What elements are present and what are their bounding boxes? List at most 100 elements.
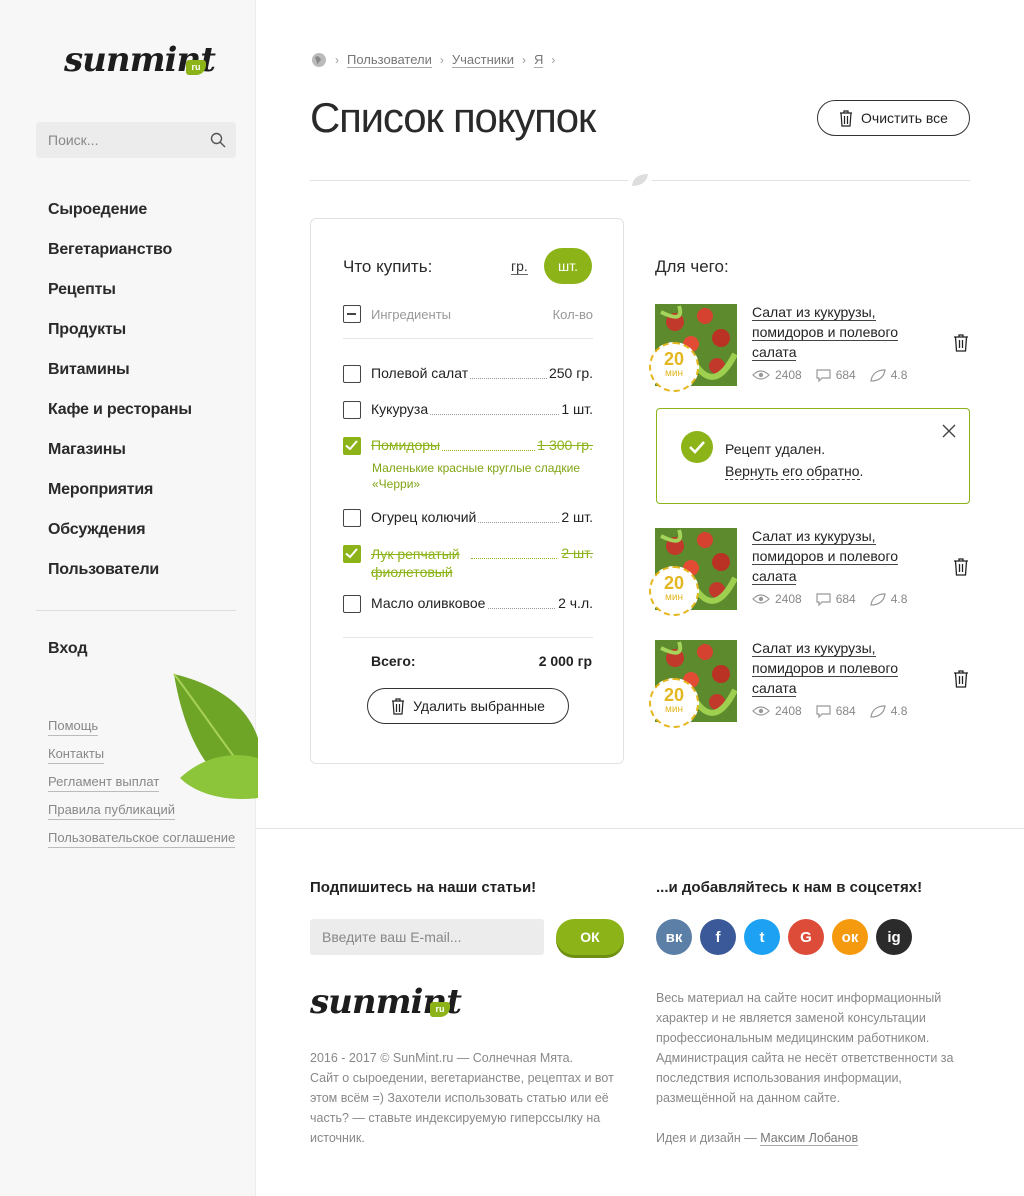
views-count: 2408: [775, 368, 802, 382]
views-count: 2408: [775, 704, 802, 718]
comment-icon: [816, 704, 831, 718]
google-icon[interactable]: G: [788, 919, 824, 955]
select-all-checkbox[interactable]: [343, 305, 361, 323]
recipe-stats: 2408 684 4.8: [752, 704, 907, 718]
item-checkbox[interactable]: [343, 365, 361, 383]
recipe-title-link[interactable]: Салат из кукурузы, помидоров и полевого …: [752, 638, 922, 698]
undo-remove-link[interactable]: Вернуть его обратно: [725, 463, 860, 480]
site-logo[interactable]: sunmint ru: [64, 38, 216, 90]
recipe-title-link[interactable]: Салат из кукурузы, помидоров и полевого …: [752, 526, 922, 586]
email-field[interactable]: [310, 919, 544, 955]
eye-icon: [752, 594, 770, 604]
globe-icon[interactable]: [311, 52, 327, 68]
item-note: Маленькие красные круглые сладкие «Черри…: [372, 461, 581, 491]
recipe-stats: 2408 684 4.8: [752, 368, 907, 382]
nav-item-discussions[interactable]: Обсуждения: [48, 520, 192, 560]
vk-icon[interactable]: вк: [656, 919, 692, 955]
clear-all-button[interactable]: Очистить все: [817, 100, 970, 136]
page-title: Список покупок: [310, 94, 596, 141]
nav-divider: [36, 610, 236, 611]
breadcrumb-members[interactable]: Участники: [451, 52, 514, 68]
odnoklassniki-icon[interactable]: ок: [832, 919, 868, 955]
login-link[interactable]: Вход: [48, 640, 88, 658]
eye-icon: [752, 706, 770, 716]
delete-selected-label: Удалить выбранные: [413, 698, 545, 714]
designer-link[interactable]: Максим Лобанов: [760, 1131, 859, 1146]
search-box: [36, 122, 236, 158]
item-name: Лук репчатый фиолетовый: [371, 545, 471, 581]
eye-icon: [752, 370, 770, 380]
success-check-icon: [681, 431, 713, 463]
copyright-text: 2016 - 2017 © SunMint.ru — Солнечная Мят…: [310, 1051, 614, 1145]
remove-recipe-trash-icon[interactable]: [953, 670, 969, 688]
delete-selected-button[interactable]: Удалить выбранные: [367, 688, 569, 724]
unit-pieces-toggle[interactable]: шт.: [544, 248, 592, 284]
footer-logo[interactable]: sunmint ru: [310, 980, 462, 1030]
search-input[interactable]: [36, 122, 196, 158]
comments-count: 684: [835, 704, 856, 718]
cook-time-badge: 20 мин: [649, 678, 699, 728]
search-icon[interactable]: [210, 132, 226, 148]
recipe-card: 20 мин Салат из кукурузы, помидоров и пол…: [649, 526, 971, 616]
cook-time-badge: 20 мин: [649, 566, 699, 616]
recipes-title: Для чего:: [655, 257, 729, 276]
breadcrumb: › Пользователи › Участники › Я ›: [311, 52, 563, 68]
item-qty: 2 шт.: [559, 509, 593, 525]
sidebar: sunmint ru Сыроедение Вегетарианство Рец…: [0, 0, 258, 1196]
item-qty: 2 ч.л.: [556, 595, 593, 611]
link-user-agreement[interactable]: Пользовательское соглашение: [48, 830, 236, 848]
link-publication-rules[interactable]: Правила публикаций: [48, 802, 175, 820]
cook-time-badge: 20 мин: [649, 342, 699, 392]
item-checkbox-checked[interactable]: [343, 437, 361, 455]
shopping-list-card: Что купить: гр. шт. Ингредиенты Кол-во П…: [310, 218, 624, 764]
leaf-rating-icon: [870, 704, 886, 718]
nav-item-products[interactable]: Продукты: [48, 320, 192, 360]
social-title: ...и добавляйтесь к нам в соцсетях!: [656, 879, 923, 896]
nav-item-users[interactable]: Пользователи: [48, 560, 192, 600]
total-value: 2 000 гр: [538, 653, 592, 669]
list-divider: [343, 338, 593, 339]
nav-item-events[interactable]: Мероприятия: [48, 480, 192, 520]
remove-recipe-trash-icon[interactable]: [953, 558, 969, 576]
nav-item-recipes[interactable]: Рецепты: [48, 280, 192, 320]
views-count: 2408: [775, 592, 802, 606]
chevron-right-icon: ›: [521, 53, 526, 67]
breadcrumb-users[interactable]: Пользователи: [347, 52, 432, 68]
leaf-rating-icon: [870, 368, 886, 382]
breadcrumb-me[interactable]: Я: [533, 52, 544, 68]
instagram-icon[interactable]: ig: [876, 919, 912, 955]
item-name: Масло оливковое: [371, 595, 488, 611]
nav-item-shops[interactable]: Магазины: [48, 440, 192, 480]
chevron-right-icon: ›: [551, 53, 556, 67]
item-checkbox[interactable]: [343, 595, 361, 613]
item-checkbox[interactable]: [343, 401, 361, 419]
column-ingredients: Ингредиенты: [371, 307, 451, 322]
comments-count: 684: [835, 368, 856, 382]
subscribe-ok-button[interactable]: ОК: [556, 919, 624, 955]
link-payout-rules[interactable]: Регламент выплат: [48, 774, 160, 792]
nav-item-vitamins[interactable]: Витамины: [48, 360, 192, 400]
nav-item-vegetarian[interactable]: Вегетарианство: [48, 240, 192, 280]
nav-item-raw-food[interactable]: Сыроедение: [48, 200, 192, 240]
comment-icon: [816, 592, 831, 606]
social-links: вк f t G ок ig: [656, 919, 912, 955]
leaf-icon: [628, 170, 652, 190]
item-name: Кукуруза: [371, 401, 431, 417]
recipe-title-link[interactable]: Салат из кукурузы, помидоров и полевого …: [752, 302, 922, 362]
link-contacts[interactable]: Контакты: [48, 746, 105, 764]
twitter-icon[interactable]: t: [744, 919, 780, 955]
list-header: Ингредиенты Кол-во: [343, 305, 593, 325]
remove-recipe-trash-icon[interactable]: [953, 334, 969, 352]
item-checkbox[interactable]: [343, 509, 361, 527]
nav-item-cafes[interactable]: Кафе и рестораны: [48, 400, 192, 440]
column-quantity: Кол-во: [552, 307, 593, 322]
close-icon[interactable]: [941, 423, 957, 439]
comments-count: 684: [835, 592, 856, 606]
item-qty: 250 гр.: [546, 365, 593, 381]
unit-grams-toggle[interactable]: гр.: [511, 259, 528, 275]
rating-value: 4.8: [890, 368, 908, 382]
item-name: Огурец колючий: [371, 509, 479, 525]
facebook-icon[interactable]: f: [700, 919, 736, 955]
leaf-rating-icon: [870, 592, 886, 606]
link-help[interactable]: Помощь: [48, 718, 99, 736]
